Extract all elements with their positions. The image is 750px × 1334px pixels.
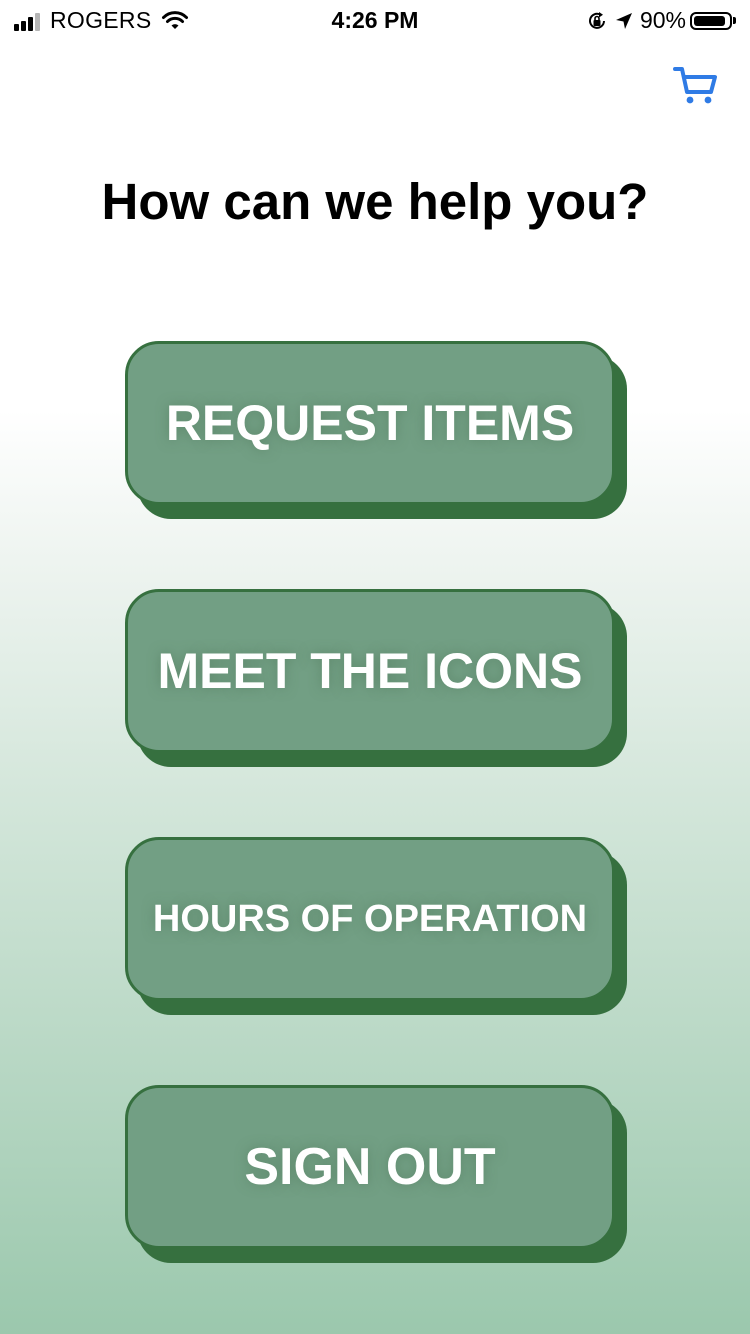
- hours-of-operation-label: HOURS OF OPERATION: [152, 897, 588, 940]
- meet-the-icons-label: MEET THE ICONS: [157, 643, 583, 699]
- status-bar: ROGERS 4:26 PM 90%: [0, 0, 750, 40]
- cart-button[interactable]: [672, 64, 720, 108]
- request-items-label: REQUEST ITEMS: [165, 395, 575, 451]
- orientation-lock-icon: [588, 11, 605, 29]
- sign-out-button[interactable]: SIGN OUT: [125, 1085, 615, 1249]
- battery-percent: 90%: [639, 7, 686, 33]
- meet-the-icons-button[interactable]: MEET THE ICONS: [125, 589, 615, 753]
- hours-of-operation-button[interactable]: HOURS OF OPERATION: [125, 837, 615, 1001]
- request-items-button[interactable]: REQUEST ITEMS: [125, 341, 615, 505]
- status-right: 90%: [580, 7, 736, 34]
- page-title: How can we help you?: [101, 173, 649, 230]
- battery-icon: [690, 11, 732, 30]
- battery-tip: [733, 17, 736, 24]
- sign-out-label: SIGN OUT: [244, 1138, 496, 1196]
- location-arrow-icon: [615, 12, 632, 29]
- cart-icon: [673, 67, 717, 104]
- battery-fill: [694, 15, 725, 26]
